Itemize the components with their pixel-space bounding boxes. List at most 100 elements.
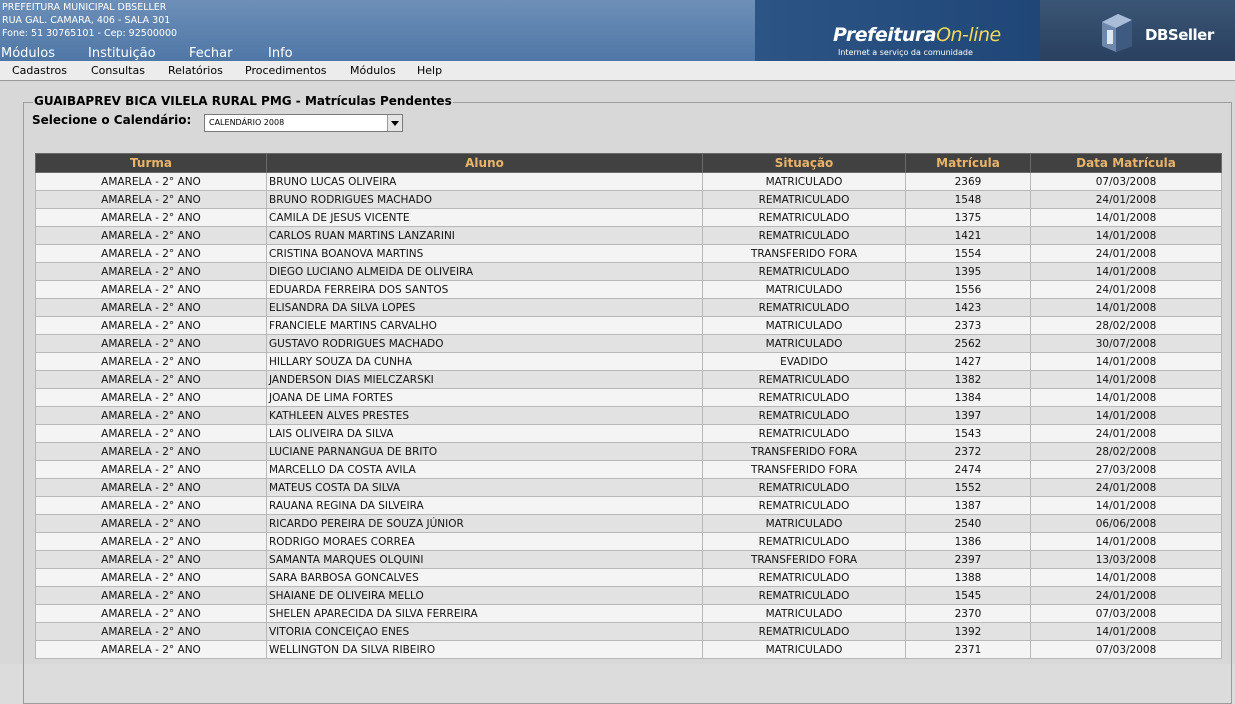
cell-aluno: MATEUS COSTA DA SILVA <box>266 478 703 497</box>
cell-turma: AMARELA - 2° ANO <box>35 586 267 605</box>
cell-data-matricula: 14/01/2008 <box>1030 496 1222 515</box>
cell-situacao: REMATRICULADO <box>702 226 906 245</box>
cell-matricula: 1388 <box>905 568 1031 587</box>
logo-main-text: Prefeitura <box>833 24 937 46</box>
cell-data-matricula: 24/01/2008 <box>1030 478 1222 497</box>
table-row[interactable]: AMARELA - 2° ANO EDUARDA FERREIRA DOS SAN… <box>35 280 1222 299</box>
table-row[interactable]: AMARELA - 2° ANO CAMILA DE JESUS VICENTE R… <box>35 208 1222 227</box>
menu-cadastros[interactable]: Cadastros <box>12 64 67 77</box>
table-row[interactable]: AMARELA - 2° ANO RICARDO PEREIRA DE SOUZA… <box>35 514 1222 533</box>
cell-matricula: 1556 <box>905 280 1031 299</box>
cell-matricula: 2371 <box>905 640 1031 659</box>
cell-matricula: 1375 <box>905 208 1031 227</box>
column-header-situacao[interactable]: Situação <box>702 153 906 173</box>
top-nav-info[interactable]: Info <box>268 46 293 61</box>
cell-data-matricula: 07/03/2008 <box>1030 640 1222 659</box>
table-row[interactable]: AMARELA - 2° ANO CRISTINA BOANOVA MARTINS… <box>35 244 1222 263</box>
cell-data-matricula: 14/01/2008 <box>1030 388 1222 407</box>
cell-aluno: GUSTAVO RODRIGUES MACHADO <box>266 334 703 353</box>
table-row[interactable]: AMARELA - 2° ANO KATHLEEN ALVES PRESTES RE… <box>35 406 1222 425</box>
cell-aluno: KATHLEEN ALVES PRESTES <box>266 406 703 425</box>
cell-turma: AMARELA - 2° ANO <box>35 460 267 479</box>
column-header-matricula[interactable]: Matrícula <box>905 153 1031 173</box>
menu-help[interactable]: Help <box>417 64 442 77</box>
table-row[interactable]: AMARELA - 2° ANO JOANA DE LIMA FORTES REMA… <box>35 388 1222 407</box>
menu-procedimentos[interactable]: Procedimentos <box>245 64 327 77</box>
table-row[interactable]: AMARELA - 2° ANO SHAIANE DE OLIVEIRA MELL… <box>35 586 1222 605</box>
menu-modulos[interactable]: Módulos <box>350 64 396 77</box>
cell-data-matricula: 28/02/2008 <box>1030 442 1222 461</box>
cell-turma: AMARELA - 2° ANO <box>35 478 267 497</box>
table-row[interactable]: AMARELA - 2° ANO RODRIGO MORAES CORREA REM… <box>35 532 1222 551</box>
calendar-select[interactable]: CALENDÁRIO 2008 <box>204 114 403 132</box>
table-row[interactable]: AMARELA - 2° ANO SHELEN APARECIDA DA SILV… <box>35 604 1222 623</box>
cell-matricula: 2540 <box>905 514 1031 533</box>
cell-turma: AMARELA - 2° ANO <box>35 442 267 461</box>
cell-aluno: CARLOS RUAN MARTINS LANZARINI <box>266 226 703 245</box>
cell-aluno: CRISTINA BOANOVA MARTINS <box>266 244 703 263</box>
column-header-aluno[interactable]: Aluno <box>266 153 703 173</box>
menu-bar: Cadastros Consultas Relatórios Procedime… <box>0 61 1235 81</box>
top-nav-instituicao[interactable]: Instituição <box>88 46 156 61</box>
table-row[interactable]: AMARELA - 2° ANO WELLINGTON DA SILVA RIBE… <box>35 640 1222 659</box>
cell-data-matricula: 06/06/2008 <box>1030 514 1222 533</box>
column-header-turma[interactable]: Turma <box>35 153 267 173</box>
org-contact: Fone: 51 30765101 - Cep: 92500000 <box>2 28 178 39</box>
table-row[interactable]: AMARELA - 2° ANO VITORIA CONCEIÇAO ENES RE… <box>35 622 1222 641</box>
cell-situacao: REMATRICULADO <box>702 622 906 641</box>
table-row[interactable]: AMARELA - 2° ANO FRANCIELE MARTINS CARVAL… <box>35 316 1222 335</box>
table-row[interactable]: AMARELA - 2° ANO LAIS OLIVEIRA DA SILVA RE… <box>35 424 1222 443</box>
org-address: RUA GAL. CAMARA, 406 - SALA 301 <box>2 15 171 26</box>
chevron-down-icon[interactable] <box>387 115 402 131</box>
table-row[interactable]: AMARELA - 2° ANO DIEGO LUCIANO ALMEIDA DE… <box>35 262 1222 281</box>
cell-matricula: 2370 <box>905 604 1031 623</box>
cell-data-matricula: 30/07/2008 <box>1030 334 1222 353</box>
pending-enrollments-table: Turma Aluno Situação Matrícula Data Matr… <box>35 153 1222 659</box>
table-row[interactable]: AMARELA - 2° ANO MATEUS COSTA DA SILVA REM… <box>35 478 1222 497</box>
table-row[interactable]: AMARELA - 2° ANO BRUNO RODRIGUES MACHADO R… <box>35 190 1222 209</box>
cell-data-matricula: 14/01/2008 <box>1030 532 1222 551</box>
cell-turma: AMARELA - 2° ANO <box>35 622 267 641</box>
cell-situacao: REMATRICULADO <box>702 532 906 551</box>
table-row[interactable]: AMARELA - 2° ANO JANDERSON DIAS MIELCZARS… <box>35 370 1222 389</box>
cell-turma: AMARELA - 2° ANO <box>35 334 267 353</box>
cell-turma: AMARELA - 2° ANO <box>35 424 267 443</box>
table-row[interactable]: AMARELA - 2° ANO LUCIANE PARNANGUA DE BRI… <box>35 442 1222 461</box>
page-title: GUAIBAPREV BICA VILELA RURAL PMG - Matrí… <box>33 94 453 108</box>
menu-relatorios[interactable]: Relatórios <box>168 64 223 77</box>
top-nav-fechar[interactable]: Fechar <box>189 46 232 61</box>
cell-data-matricula: 24/01/2008 <box>1030 586 1222 605</box>
table-row[interactable]: AMARELA - 2° ANO CARLOS RUAN MARTINS LANZ… <box>35 226 1222 245</box>
table-row[interactable]: AMARELA - 2° ANO SAMANTA MARQUES OLQUINI T… <box>35 550 1222 569</box>
cell-turma: AMARELA - 2° ANO <box>35 208 267 227</box>
cell-matricula: 1545 <box>905 586 1031 605</box>
top-nav-modulos[interactable]: Módulos <box>1 46 55 61</box>
cell-aluno: BRUNO RODRIGUES MACHADO <box>266 190 703 209</box>
cell-aluno: JOANA DE LIMA FORTES <box>266 388 703 407</box>
cell-data-matricula: 27/03/2008 <box>1030 460 1222 479</box>
logo-tagline: Internet a serviço da comunidade <box>838 48 973 57</box>
cell-matricula: 1395 <box>905 262 1031 281</box>
cell-matricula: 1548 <box>905 190 1031 209</box>
menu-consultas[interactable]: Consultas <box>91 64 145 77</box>
cell-data-matricula: 24/01/2008 <box>1030 190 1222 209</box>
table-row[interactable]: AMARELA - 2° ANO BRUNO LUCAS OLIVEIRA MATR… <box>35 172 1222 191</box>
table-row[interactable]: AMARELA - 2° ANO GUSTAVO RODRIGUES MACHAD… <box>35 334 1222 353</box>
cell-data-matricula: 13/03/2008 <box>1030 550 1222 569</box>
cell-matricula: 2474 <box>905 460 1031 479</box>
cell-situacao: REMATRICULADO <box>702 586 906 605</box>
cell-data-matricula: 14/01/2008 <box>1030 352 1222 371</box>
table-row[interactable]: AMARELA - 2° ANO RAUANA REGINA DA SILVEIR… <box>35 496 1222 515</box>
cell-turma: AMARELA - 2° ANO <box>35 190 267 209</box>
cell-turma: AMARELA - 2° ANO <box>35 226 267 245</box>
cell-turma: AMARELA - 2° ANO <box>35 244 267 263</box>
table-row[interactable]: AMARELA - 2° ANO HILLARY SOUZA DA CUNHA EV… <box>35 352 1222 371</box>
cell-situacao: MATRICULADO <box>702 280 906 299</box>
cell-turma: AMARELA - 2° ANO <box>35 550 267 569</box>
table-row[interactable]: AMARELA - 2° ANO ELISANDRA DA SILVA LOPES… <box>35 298 1222 317</box>
cell-matricula: 1392 <box>905 622 1031 641</box>
column-header-data-matricula[interactable]: Data Matrícula <box>1030 153 1222 173</box>
table-row[interactable]: AMARELA - 2° ANO SARA BARBOSA GONCALVES RE… <box>35 568 1222 587</box>
cell-aluno: FRANCIELE MARTINS CARVALHO <box>266 316 703 335</box>
table-row[interactable]: AMARELA - 2° ANO MARCELLO DA COSTA AVILA T… <box>35 460 1222 479</box>
